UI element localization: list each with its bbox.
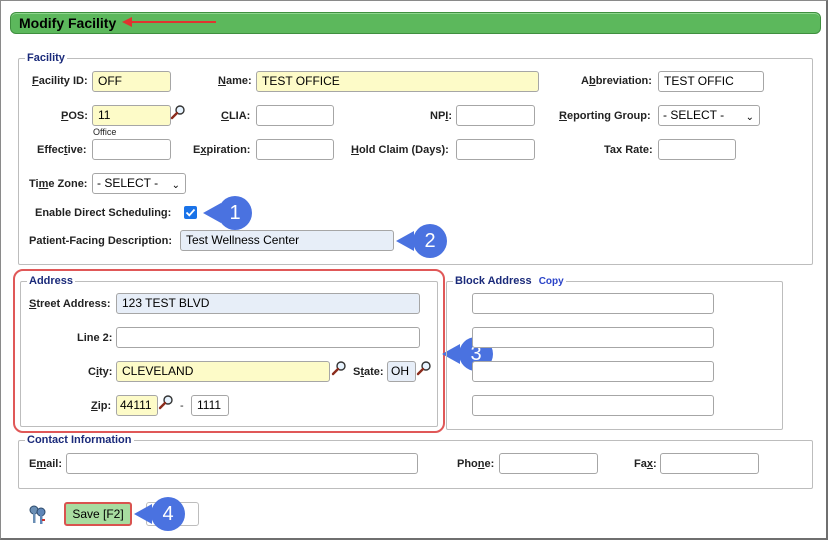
time-zone-value: - SELECT - xyxy=(97,176,159,190)
expiration-input[interactable] xyxy=(256,139,334,160)
clia-input[interactable] xyxy=(256,105,334,126)
chevron-down-icon: ⌄ xyxy=(745,112,754,123)
clia-label: CLIA: xyxy=(221,110,251,122)
enable-direct-scheduling-label: Enable Direct Scheduling: xyxy=(35,207,172,219)
block-address-line2-input[interactable] xyxy=(472,327,714,348)
tax-rate-input[interactable] xyxy=(658,139,736,160)
callout-4: 4 xyxy=(151,497,185,531)
callout-4-tail xyxy=(134,504,152,524)
reporting-group-select[interactable]: - SELECT - ⌄ xyxy=(658,105,760,126)
expiration-label: Expiration: xyxy=(193,144,251,156)
time-zone-select[interactable]: - SELECT - ⌄ xyxy=(92,173,186,194)
name-label: Name: xyxy=(218,75,252,87)
line2-input[interactable] xyxy=(116,327,420,348)
hold-claim-label: Hold Claim (Days): xyxy=(351,144,449,156)
city-label: City: xyxy=(88,366,113,378)
state-label: State: xyxy=(353,366,384,378)
pos-input[interactable]: 11 xyxy=(92,105,171,126)
reporting-group-label: Reporting Group: xyxy=(559,110,651,122)
callout-2-tail xyxy=(396,231,414,251)
street-address-label: Street Address: xyxy=(29,298,111,310)
zip-magnifier-icon[interactable] xyxy=(158,394,174,410)
abbreviation-input[interactable]: TEST OFFIC xyxy=(658,71,764,92)
time-zone-label: Time Zone: xyxy=(29,178,88,190)
npi-label: NPI: xyxy=(430,110,453,122)
facility-id-input[interactable]: OFF xyxy=(92,71,171,92)
facility-legend: Facility xyxy=(27,52,65,64)
abbreviation-label: Abbreviation: xyxy=(581,75,652,87)
annotation-arrow xyxy=(131,21,216,23)
state-input[interactable]: OH xyxy=(387,361,416,382)
annotation-arrow-head xyxy=(122,17,132,27)
pos-label: POS: xyxy=(61,110,88,122)
effective-input[interactable] xyxy=(92,139,171,160)
reporting-group-value: - SELECT - xyxy=(663,108,725,122)
effective-label: Effective: xyxy=(37,144,87,156)
callout-2: 2 xyxy=(413,224,447,258)
page-title: Modify Facility xyxy=(19,15,117,31)
zip-input[interactable]: 44111 xyxy=(116,395,158,416)
street-address-input[interactable]: 123 TEST BLVD xyxy=(116,293,420,314)
email-label: Email: xyxy=(29,458,63,470)
block-address-legend: Block Address Copy xyxy=(453,275,566,287)
block-address-title: Block Address xyxy=(455,275,532,287)
block-address-line4-input[interactable] xyxy=(472,395,714,416)
keys-icon[interactable] xyxy=(27,504,49,526)
copy-link[interactable]: Copy xyxy=(539,276,564,287)
contact-legend: Contact Information xyxy=(27,434,132,446)
pos-hint: Office xyxy=(93,127,117,137)
city-magnifier-icon[interactable] xyxy=(331,360,347,376)
phone-label: Phone: xyxy=(457,458,495,470)
chevron-down-icon: ⌄ xyxy=(171,180,180,191)
zip-separator: - xyxy=(180,400,184,412)
fax-label: Fax: xyxy=(634,458,657,470)
state-magnifier-icon[interactable] xyxy=(416,360,432,376)
block-address-line3-input[interactable] xyxy=(472,361,714,382)
tax-rate-label: Tax Rate: xyxy=(604,144,653,156)
phone-input[interactable] xyxy=(499,453,598,474)
patient-facing-description-input[interactable]: Test Wellness Center xyxy=(180,230,394,251)
npi-input[interactable] xyxy=(456,105,535,126)
callout-1: 1 xyxy=(218,196,252,230)
block-address-line1-input[interactable] xyxy=(472,293,714,314)
fax-input[interactable] xyxy=(660,453,759,474)
zip-ext-input[interactable]: 1111 xyxy=(191,395,229,416)
email-input[interactable] xyxy=(66,453,418,474)
zip-label: Zip: xyxy=(91,400,112,412)
line2-label: Line 2: xyxy=(77,332,113,344)
patient-facing-description-label: Patient-Facing Description: xyxy=(29,235,173,247)
save-button[interactable]: Save [F2] xyxy=(64,502,132,526)
hold-claim-input[interactable] xyxy=(456,139,535,160)
check-icon xyxy=(185,208,196,217)
pos-magnifier-icon[interactable] xyxy=(170,104,186,120)
enable-direct-scheduling-checkbox[interactable] xyxy=(184,206,197,219)
facility-id-label: Facility ID: xyxy=(32,75,88,87)
city-input[interactable]: CLEVELAND xyxy=(116,361,330,382)
name-input[interactable]: TEST OFFICE xyxy=(256,71,539,92)
